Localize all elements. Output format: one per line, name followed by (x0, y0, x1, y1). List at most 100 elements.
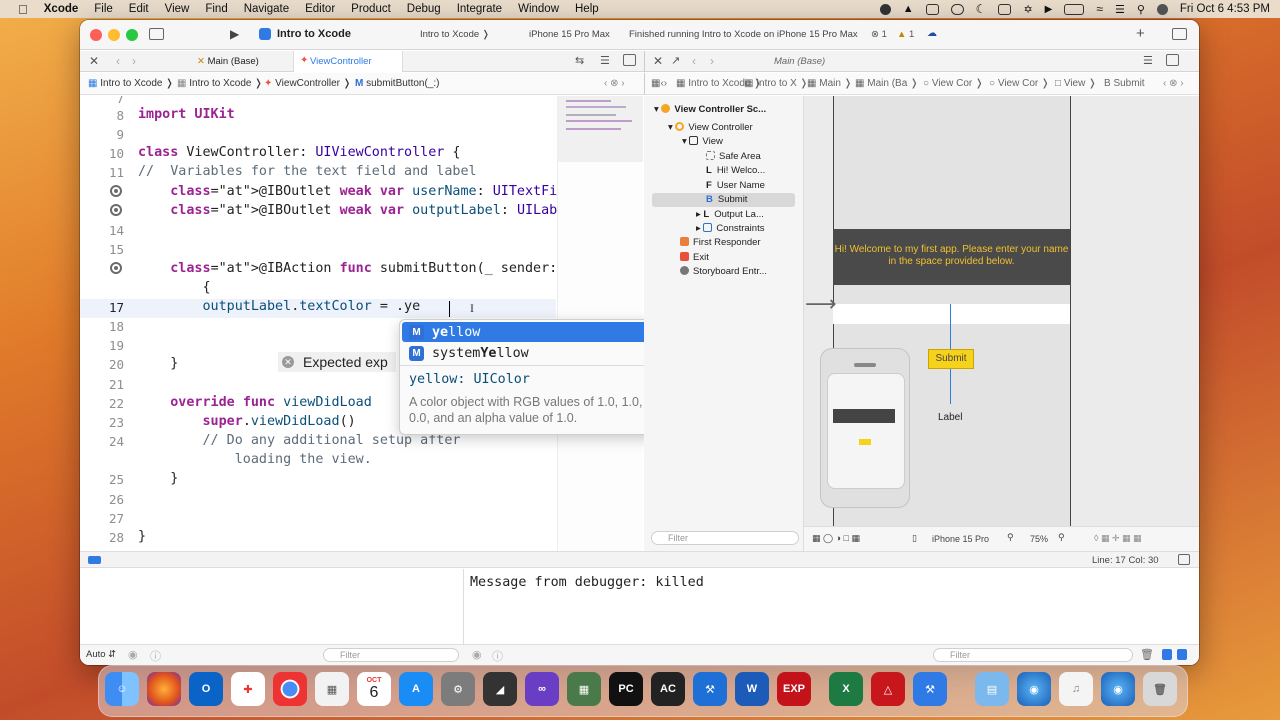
run-icon[interactable]: ▶ (230, 27, 239, 41)
console-output[interactable]: Message from debugger: killed (470, 575, 704, 590)
zoom-out-icon[interactable]: ⚲ (1007, 532, 1014, 543)
forward-icon[interactable]: › (132, 54, 136, 68)
welcome-label[interactable]: Hi! Welcome to my first app. Please ente… (833, 229, 1070, 285)
outline-item[interactable]: Storyboard Entr... (680, 266, 767, 277)
breadcrumb-nav-icon[interactable]: ‹ ⊗ › (1163, 78, 1184, 89)
name-text-field[interactable] (833, 304, 1070, 324)
app-store-icon[interactable]: A (399, 672, 433, 706)
launchpad-icon[interactable]: ▦ (315, 672, 349, 706)
minimap-viewport[interactable] (558, 96, 643, 162)
menu-window[interactable]: Window (518, 3, 559, 15)
slack-icon[interactable]: ✚ (231, 672, 265, 706)
outlet-connection-icon[interactable] (110, 185, 122, 197)
breadcrumb-item[interactable]: ○ View Cor ❭ (989, 78, 1049, 89)
wifi-icon[interactable]: ≈ (1096, 2, 1103, 16)
split-icon[interactable] (623, 54, 636, 66)
outlook-icon[interactable]: O (189, 672, 223, 706)
outline-item[interactable]: ▸ Constraints (696, 223, 764, 234)
outline-item[interactable]: F User Name (706, 180, 765, 191)
screen-icon[interactable] (998, 3, 1012, 15)
globe-icon[interactable]: ◉ (1101, 672, 1135, 706)
close-window-button[interactable] (90, 29, 102, 41)
outline-item[interactable]: Safe Area (706, 151, 761, 162)
info-right-icon[interactable]: ⓘ (492, 648, 503, 664)
outline-item[interactable]: ▾ View Controller Sc... (654, 104, 766, 115)
battery-icon[interactable] (1064, 3, 1085, 15)
cloud-status-icon[interactable]: ☁ (927, 28, 937, 39)
split-right-icon[interactable] (1166, 54, 1179, 66)
breadcrumb-item[interactable]: ▦ Intro to Xcode ❭ (177, 78, 263, 89)
tab-right-main-base[interactable]: Main (Base) (774, 56, 825, 67)
zoom-level[interactable]: 75% (1030, 534, 1048, 544)
outline-item[interactable]: Exit (680, 252, 709, 263)
menu-app-name[interactable]: Xcode (44, 3, 79, 15)
variables-view[interactable] (80, 569, 464, 644)
output-label[interactable]: Label (938, 412, 962, 423)
layout-icon[interactable] (1178, 554, 1190, 565)
control-center-icon[interactable]: ☰ (1115, 3, 1125, 16)
show-console-icon[interactable] (1177, 649, 1187, 660)
breadcrumb-item[interactable]: B Submit (1104, 78, 1145, 89)
simulator-icon[interactable]: ⚒ (913, 672, 947, 706)
breadcrumb-item[interactable]: ▦ Intro to Xcode ❭ (88, 78, 174, 89)
menu-clock[interactable]: Fri Oct 6 4:53 PM (1180, 3, 1270, 15)
close-tab-right-icon[interactable]: ✕ (653, 54, 663, 68)
menu-integrate[interactable]: Integrate (457, 3, 502, 15)
breadcrumb-item[interactable]: M submitButton(_:) (355, 78, 440, 89)
pycharm-icon[interactable]: PC (609, 672, 643, 706)
network-icon[interactable]: ◉ (1017, 672, 1051, 706)
breadcrumb-item[interactable]: ○ View Cor ❭ (923, 78, 983, 89)
record-icon[interactable] (879, 3, 891, 15)
finder-icon[interactable]: ☺ (105, 672, 139, 706)
scene-preview[interactable] (820, 348, 910, 508)
back-icon[interactable]: ‹ (116, 54, 120, 68)
device-selector[interactable]: iPhone 15 Pro Max (529, 29, 610, 40)
scheme-selector[interactable]: Intro to Xcode ❭ (420, 29, 490, 40)
list-right-icon[interactable]: ☰ (1143, 54, 1153, 67)
eye-icon[interactable]: ◉ (128, 648, 138, 661)
entry-point-arrow-icon[interactable]: ⟶ (805, 291, 837, 317)
menu-navigate[interactable]: Navigate (244, 3, 289, 15)
trash-icon[interactable]: 🗑 (1140, 648, 1154, 661)
system-settings-icon[interactable]: ⚙ (441, 672, 475, 706)
action-connection-icon[interactable] (110, 262, 122, 274)
show-variables-icon[interactable] (1162, 649, 1172, 660)
cloud-icon[interactable] (950, 3, 964, 15)
appcode-icon[interactable]: AC (651, 672, 685, 706)
folder-icon[interactable]: ▤ (975, 672, 1009, 706)
tab-viewcontroller[interactable]: ✦ ViewController (293, 51, 403, 72)
variables-filter-input[interactable]: Filter (323, 648, 459, 662)
warning-icon[interactable]: ▲ (903, 3, 914, 15)
zoom-window-button[interactable] (126, 29, 138, 41)
console-filter-input[interactable]: Filter (933, 648, 1133, 662)
outline-item[interactable]: ▾ View (682, 136, 723, 147)
menu-debug[interactable]: Debug (407, 3, 441, 15)
forward-right-icon[interactable]: › (710, 54, 714, 68)
issue-banner[interactable]: ✕ Expected exp (278, 352, 396, 372)
menu-edit[interactable]: Edit (129, 3, 149, 15)
issue-nav-icon[interactable]: ‹ ⊗ › (604, 78, 625, 89)
outline-item-selected[interactable]: B Submit (706, 194, 747, 205)
expand-icon[interactable]: ↗ (671, 54, 680, 67)
excel-icon[interactable]: X (829, 672, 863, 706)
debug-area-toggle-icon[interactable] (88, 556, 101, 564)
menu-find[interactable]: Find (205, 3, 227, 15)
play-icon[interactable]: ▶ (1045, 4, 1053, 15)
trash-dock-icon[interactable]: 🗑 (1143, 672, 1177, 706)
menu-editor[interactable]: Editor (305, 3, 335, 15)
info-icon[interactable]: ⓘ (150, 648, 161, 664)
breadcrumb-item[interactable]: ▦ Main ❭ (807, 78, 852, 89)
display-icon[interactable] (925, 3, 939, 15)
search-icon[interactable]: ⚲ (1137, 3, 1145, 16)
close-tab-icon[interactable]: ✕ (89, 54, 99, 68)
auto-scope-selector[interactable]: Auto ⇵ (86, 649, 116, 660)
expressvpn-icon[interactable]: EXP (777, 672, 811, 706)
eye-right-icon[interactable]: ◉ (472, 648, 482, 661)
canvas-device-name[interactable]: iPhone 15 Pro (932, 534, 989, 544)
acrobat-icon[interactable]: △ (871, 672, 905, 706)
unity-icon[interactable]: ◢ (483, 672, 517, 706)
device-icon[interactable]: ▯ (912, 533, 917, 544)
siri-icon[interactable] (1156, 3, 1168, 15)
zoom-in-icon[interactable]: ⚲ (1058, 532, 1065, 543)
word-icon[interactable]: W (735, 672, 769, 706)
